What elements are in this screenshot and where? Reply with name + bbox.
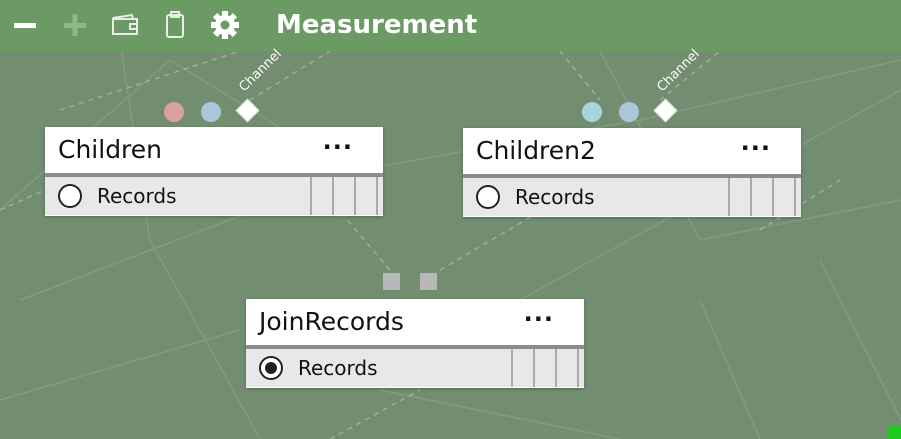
clipboard-icon[interactable] (158, 8, 192, 42)
node-menu-button[interactable]: ··· (524, 305, 554, 333)
port-label: Records (298, 356, 378, 380)
plus-icon[interactable] (58, 8, 92, 42)
page-title: Measurement (276, 10, 478, 40)
port-radio[interactable] (58, 184, 82, 208)
toolbar: Measurement (0, 0, 901, 51)
node-menu-button[interactable]: ··· (323, 133, 353, 161)
input-connector-blue[interactable] (619, 102, 639, 122)
port-label: Records (515, 185, 595, 209)
input-connector-red[interactable] (164, 102, 184, 122)
node-children2[interactable]: Children2 ··· Records (463, 128, 801, 217)
node-title: Children (58, 135, 163, 164)
port-row: Records (463, 178, 801, 216)
port-row: Records (246, 349, 584, 387)
status-indicator (888, 426, 901, 439)
port-grid-decoration (261, 177, 383, 215)
node-children[interactable]: Children ··· Records (45, 127, 383, 216)
port-radio-selected[interactable] (259, 356, 283, 380)
port-row: Records (45, 177, 383, 215)
node-header: JoinRecords ··· (246, 299, 584, 349)
input-connector-blue[interactable] (201, 102, 221, 122)
node-join-records[interactable]: JoinRecords ··· Records (246, 299, 584, 388)
node-title: JoinRecords (259, 307, 404, 336)
node-header: Children2 ··· (463, 128, 801, 178)
input-connector-teal[interactable] (582, 102, 602, 122)
input-connector-square[interactable] (383, 273, 400, 290)
port-label: Records (97, 184, 177, 208)
node-header: Children ··· (45, 127, 383, 177)
wallet-icon[interactable] (108, 8, 142, 42)
gear-icon[interactable] (208, 8, 242, 42)
port-radio[interactable] (476, 185, 500, 209)
minus-icon[interactable] (8, 8, 42, 42)
input-connector-square[interactable] (420, 273, 437, 290)
port-grid-decoration (462, 349, 584, 387)
node-title: Children2 (476, 136, 596, 165)
port-grid-decoration (679, 178, 801, 216)
node-menu-button[interactable]: ··· (741, 134, 771, 162)
